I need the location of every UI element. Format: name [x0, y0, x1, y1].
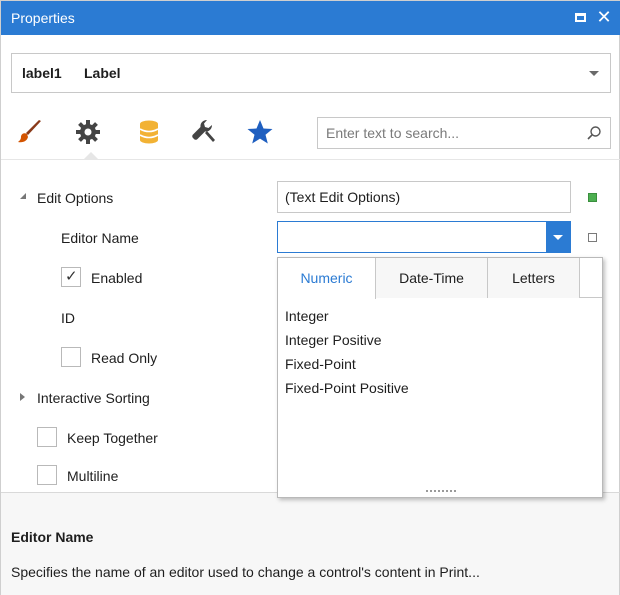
tab-numeric[interactable]: Numeric — [278, 258, 376, 299]
database-icon[interactable] — [134, 117, 164, 147]
properties-window: Properties ✕ label1 Label Enter text to … — [0, 0, 620, 595]
enabled-label: Enabled — [91, 270, 143, 286]
star-icon[interactable] — [245, 117, 275, 147]
wrench-icon[interactable] — [189, 117, 219, 147]
description-title: Editor Name — [11, 529, 94, 545]
search-icon[interactable] — [586, 125, 602, 141]
row-editor-name: Editor Name — [1, 217, 620, 257]
row-edit-options: Edit Options (Text Edit Options) — [1, 177, 620, 217]
editor-name-label: Editor Name — [61, 230, 139, 246]
edit-options-label: Edit Options — [37, 190, 114, 206]
brush-icon[interactable] — [15, 117, 45, 147]
list-item[interactable]: Integer — [285, 304, 409, 328]
search-input[interactable] — [318, 118, 578, 148]
resize-grip[interactable] — [426, 490, 456, 494]
popup-tab-strip: Numeric Date-Time Letters — [278, 258, 602, 299]
chevron-down-icon[interactable] — [589, 71, 599, 76]
multiline-label: Multiline — [67, 468, 119, 484]
editor-list: Integer Integer Positive Fixed-Point Fix… — [285, 304, 409, 400]
window-title: Properties — [11, 10, 75, 26]
list-item[interactable]: Fixed-Point Positive — [285, 376, 409, 400]
multiline-checkbox[interactable] — [37, 465, 57, 485]
keep-together-checkbox[interactable] — [37, 427, 57, 447]
read-only-checkbox[interactable] — [61, 347, 81, 367]
title-bar[interactable]: Properties ✕ — [1, 1, 620, 35]
expand-icon[interactable] — [20, 393, 25, 401]
check-icon: ✓ — [65, 268, 78, 285]
editor-dropdown-popup: Numeric Date-Time Letters Integer Intege… — [277, 257, 603, 498]
property-set-marker[interactable] — [588, 193, 597, 202]
tab-letters[interactable]: Letters — [488, 258, 580, 298]
search-box[interactable] — [317, 117, 611, 149]
read-only-label: Read Only — [91, 350, 158, 366]
component-name: label1 — [22, 65, 62, 81]
interactive-sorting-label: Interactive Sorting — [37, 390, 150, 406]
chevron-down-icon — [553, 235, 563, 240]
list-item[interactable]: Integer Positive — [285, 328, 409, 352]
edit-options-value[interactable]: (Text Edit Options) — [277, 181, 571, 213]
collapse-icon[interactable] — [20, 193, 26, 199]
keep-together-label: Keep Together — [67, 430, 158, 446]
edit-options-value-text: (Text Edit Options) — [285, 189, 401, 205]
component-selector[interactable]: label1 Label — [11, 53, 611, 93]
enabled-checkbox[interactable]: ✓ — [61, 267, 81, 287]
id-label: ID — [61, 310, 75, 326]
toolbar-divider — [1, 159, 620, 160]
description-panel: Editor Name Specifies the name of an edi… — [1, 493, 619, 595]
component-type: Label — [84, 65, 121, 81]
property-default-marker[interactable] — [588, 233, 597, 242]
close-icon[interactable]: ✕ — [593, 6, 615, 28]
description-text: Specifies the name of an editor used to … — [11, 564, 480, 580]
editor-name-field[interactable] — [277, 221, 571, 253]
tab-date-time[interactable]: Date-Time — [376, 258, 488, 298]
list-item[interactable]: Fixed-Point — [285, 352, 409, 376]
maximize-icon[interactable] — [569, 6, 591, 28]
gear-icon[interactable] — [73, 117, 103, 147]
editor-name-dropdown-button[interactable] — [546, 222, 570, 252]
